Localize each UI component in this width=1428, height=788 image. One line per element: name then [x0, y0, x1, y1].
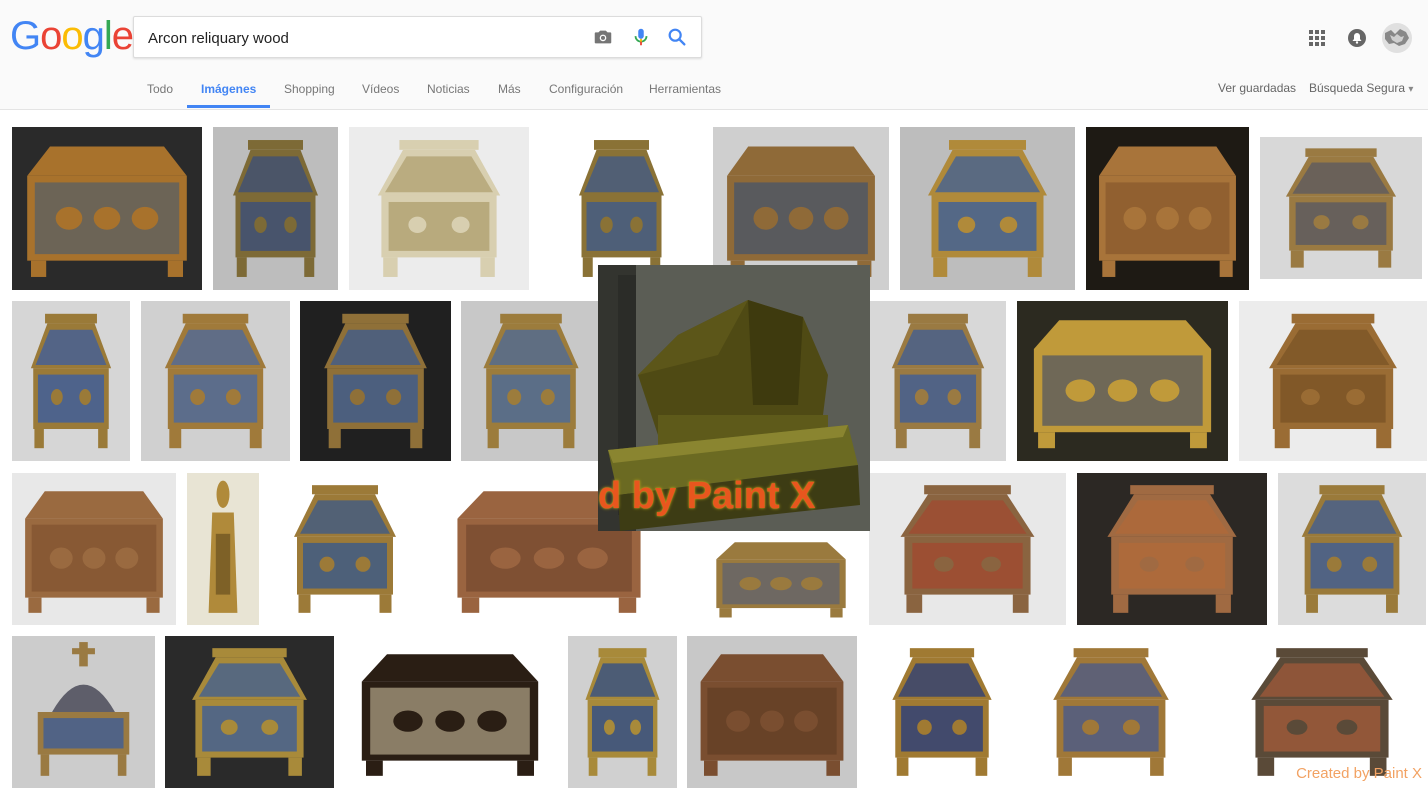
header-bar: Google Todo Imágenes Shopping Vídeos Not…: [0, 0, 1428, 110]
reliquary-image: [568, 636, 677, 788]
reliquary-image: [270, 473, 420, 625]
logo-letter: G: [10, 14, 41, 58]
image-result-thumbnail[interactable]: [345, 636, 555, 788]
image-result-thumbnail[interactable]: [349, 127, 529, 290]
tab-configuracion[interactable]: Configuración: [549, 70, 623, 108]
safe-search-dropdown[interactable]: Búsqueda Segura ▾: [1309, 70, 1413, 108]
logo-letter: o: [61, 14, 83, 58]
image-result-thumbnail[interactable]: [12, 301, 130, 461]
reliquary-image: [900, 127, 1075, 290]
image-result-thumbnail[interactable]: [1086, 127, 1249, 290]
image-result-thumbnail[interactable]: [1077, 473, 1267, 625]
image-result-thumbnail[interactable]: [187, 473, 259, 625]
tab-mas[interactable]: Más: [498, 70, 521, 108]
account-avatar[interactable]: [1382, 23, 1412, 53]
notifications-icon[interactable]: [1347, 28, 1367, 48]
reliquary-image: [1017, 301, 1228, 461]
reliquary-image: [687, 636, 857, 788]
image-result-thumbnail[interactable]: [869, 473, 1066, 625]
reliquary-image: [1278, 473, 1426, 625]
reliquary-image: [300, 301, 451, 461]
reliquary-image: [1239, 301, 1427, 461]
image-result-thumbnail[interactable]: [12, 636, 155, 788]
image-result-thumbnail[interactable]: [900, 127, 1075, 290]
image-result-thumbnail[interactable]: [1239, 301, 1427, 461]
tab-imagenes[interactable]: Imágenes: [187, 70, 271, 108]
image-result-thumbnail[interactable]: [1017, 301, 1228, 461]
search-input[interactable]: [148, 28, 578, 48]
image-result-thumbnail[interactable]: [870, 301, 1006, 461]
image-result-thumbnail[interactable]: [869, 636, 1015, 788]
reliquary-image: [165, 636, 334, 788]
reliquary-image: [869, 473, 1066, 625]
safe-search-label: Búsqueda Segura: [1309, 81, 1406, 95]
image-result-thumbnail[interactable]: [300, 301, 451, 461]
reliquary-image: [213, 127, 338, 290]
tab-herramientas[interactable]: Herramientas: [649, 70, 721, 108]
reliquary-image: [12, 473, 176, 625]
search-box: [133, 16, 702, 58]
logo-letter: o: [40, 14, 62, 58]
reliquary-image: [141, 301, 290, 461]
reliquary-image: [870, 301, 1006, 461]
image-result-thumbnail[interactable]: [704, 531, 858, 625]
google-logo[interactable]: Google: [10, 14, 134, 59]
reliquary-image: [187, 473, 259, 625]
apps-grid-icon[interactable]: [1308, 29, 1326, 47]
image-result-thumbnail[interactable]: [1026, 636, 1196, 788]
logo-letter: l: [103, 14, 113, 58]
image-result-thumbnail[interactable]: [12, 473, 176, 625]
tab-shopping[interactable]: Shopping: [284, 70, 335, 108]
saved-images-link[interactable]: Ver guardadas: [1218, 70, 1296, 108]
microphone-icon[interactable]: [630, 26, 652, 48]
logo-letter: e: [111, 14, 134, 58]
corner-watermark-text: Created by Paint X: [1296, 765, 1422, 782]
image-result-thumbnail[interactable]: [12, 127, 202, 290]
camera-icon[interactable]: [592, 26, 614, 48]
reliquary-image: [1077, 473, 1267, 625]
image-result-thumbnail[interactable]: [270, 473, 420, 625]
tab-videos[interactable]: Vídeos: [362, 70, 399, 108]
image-result-thumbnail[interactable]: [165, 636, 334, 788]
reliquary-image: [1260, 137, 1422, 279]
reliquary-image: [12, 127, 202, 290]
tab-todo[interactable]: Todo: [147, 70, 173, 108]
reliquary-image: [704, 531, 858, 625]
image-result-thumbnail[interactable]: [141, 301, 290, 461]
reliquary-image: [461, 301, 601, 461]
image-result-thumbnail[interactable]: [1278, 473, 1426, 625]
image-result-thumbnail[interactable]: [687, 636, 857, 788]
reliquary-image: [869, 636, 1015, 788]
chevron-down-icon: ▾: [1408, 84, 1414, 95]
reliquary-image: [349, 127, 529, 290]
reliquary-image: [345, 636, 555, 788]
image-result-thumbnail[interactable]: [461, 301, 601, 461]
image-result-thumbnail[interactable]: [1260, 137, 1422, 279]
reliquary-image: [12, 636, 155, 788]
image-result-thumbnail[interactable]: [568, 636, 677, 788]
image-result-thumbnail[interactable]: [213, 127, 338, 290]
reliquary-image: [1086, 127, 1249, 290]
reliquary-image: [1026, 636, 1196, 788]
search-icon[interactable]: [666, 26, 688, 48]
popup-image-overlay: d by Paint X: [598, 265, 870, 531]
reliquary-image: [12, 301, 130, 461]
tab-noticias[interactable]: Noticias: [427, 70, 470, 108]
logo-letter: g: [82, 14, 105, 58]
overlay-watermark-text: d by Paint X: [598, 475, 816, 517]
